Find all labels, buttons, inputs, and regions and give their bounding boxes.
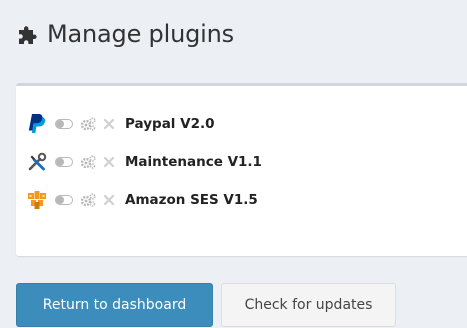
toggle-switch-icon[interactable] — [55, 118, 73, 129]
plugin-name: Maintenance V1.1 — [125, 153, 262, 170]
paypal-icon — [26, 113, 48, 135]
remove-icon[interactable] — [103, 118, 115, 130]
plugin-list: Paypal V2.0 Maintenance V1.1 Amazon SES … — [26, 110, 262, 224]
remove-icon[interactable] — [103, 194, 115, 206]
plugin-row-paypal: Paypal V2.0 — [26, 110, 262, 137]
toggle-switch-icon[interactable] — [55, 156, 73, 167]
page-title: Manage plugins — [47, 20, 234, 48]
plugin-name: Amazon SES V1.5 — [125, 191, 258, 208]
settings-gears-icon[interactable] — [80, 116, 96, 131]
wrench-screwdriver-icon — [26, 151, 48, 173]
manage-plugins-page: Manage plugins Paypal V2.0 Maintenance V… — [0, 0, 467, 328]
amazon-ses-icon — [26, 189, 48, 211]
plugin-row-maintenance: Maintenance V1.1 — [26, 148, 262, 175]
page-header: Manage plugins — [16, 20, 234, 48]
plugins-box: Paypal V2.0 Maintenance V1.1 Amazon SES … — [16, 83, 467, 256]
settings-gears-icon[interactable] — [80, 154, 96, 169]
settings-gears-icon[interactable] — [80, 192, 96, 207]
plugin-row-amazon-ses: Amazon SES V1.5 — [26, 186, 262, 213]
toggle-switch-icon[interactable] — [55, 194, 73, 205]
check-for-updates-button[interactable]: Check for updates — [221, 283, 396, 327]
remove-icon[interactable] — [103, 156, 115, 168]
return-to-dashboard-button[interactable]: Return to dashboard — [16, 283, 213, 327]
puzzle-icon — [19, 26, 37, 44]
plugin-name: Paypal V2.0 — [125, 115, 215, 132]
